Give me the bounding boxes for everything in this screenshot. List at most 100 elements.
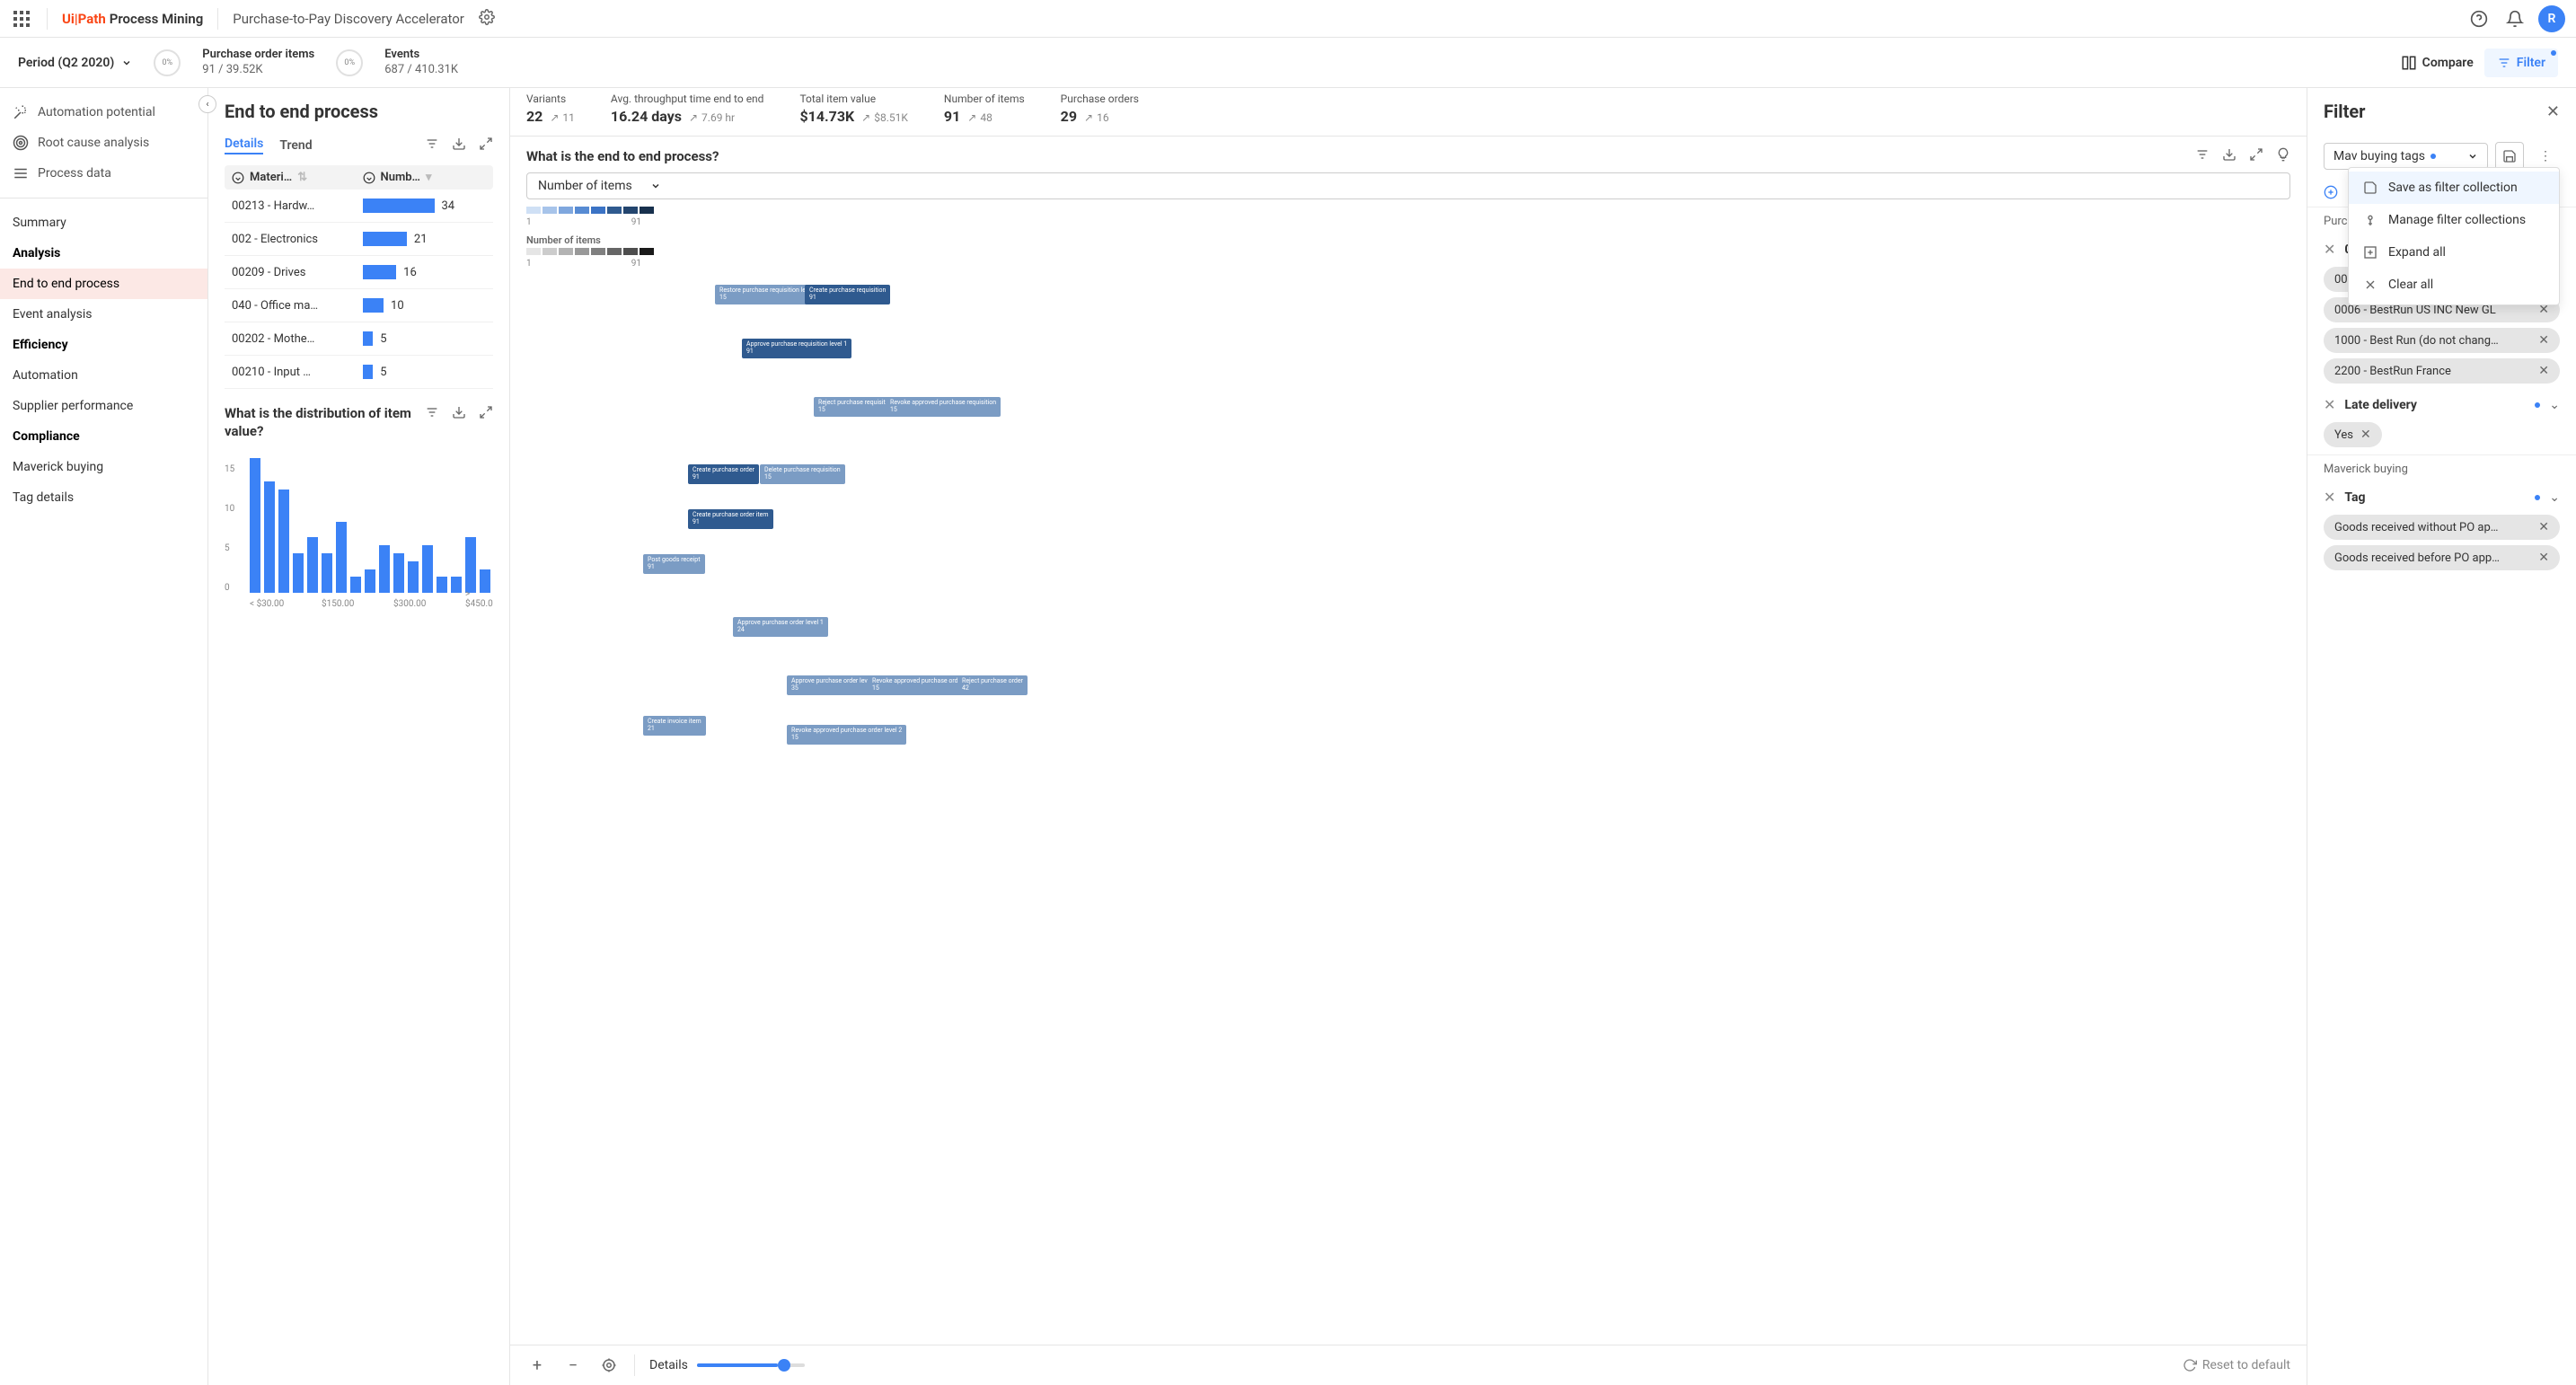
chart-bar[interactable] bbox=[393, 553, 404, 593]
chart-bar[interactable] bbox=[379, 545, 390, 593]
filter-icon[interactable] bbox=[425, 405, 439, 423]
filter-icon[interactable] bbox=[425, 137, 439, 154]
column-material[interactable]: Materi… ⇅ bbox=[232, 171, 356, 184]
zoom-in-icon[interactable]: + bbox=[526, 1354, 548, 1376]
table-row[interactable]: 002 - Electronics21 bbox=[225, 223, 493, 256]
reset-button[interactable]: Reset to default bbox=[2183, 1358, 2290, 1372]
remove-chip-icon[interactable]: ✕ bbox=[2538, 551, 2549, 565]
remove-chip-icon[interactable]: ✕ bbox=[2538, 364, 2549, 378]
nav-tag-details[interactable]: Tag details bbox=[0, 482, 207, 513]
download-icon[interactable] bbox=[2222, 147, 2236, 165]
remove-chip-icon[interactable]: ✕ bbox=[2538, 333, 2549, 348]
remove-group-icon[interactable]: ✕ bbox=[2324, 396, 2335, 413]
metric-dropdown[interactable]: Number of items bbox=[526, 172, 2290, 199]
table-row[interactable]: 00202 - Mothe…5 bbox=[225, 322, 493, 356]
process-node[interactable]: Create invoice item21 bbox=[643, 716, 706, 735]
chart-bar[interactable] bbox=[408, 561, 419, 593]
process-node[interactable]: Delete purchase requisition15 bbox=[760, 464, 845, 483]
filter-collection-select[interactable]: Mav buying tags bbox=[2324, 143, 2488, 170]
table-row[interactable]: 00209 - Drives16 bbox=[225, 256, 493, 289]
column-number[interactable]: Numb… ▾ bbox=[363, 171, 487, 184]
remove-chip-icon[interactable]: ✕ bbox=[2360, 428, 2371, 442]
download-icon[interactable] bbox=[452, 405, 466, 423]
nav-end-to-end-process[interactable]: End to end process bbox=[0, 269, 207, 299]
filter-chip[interactable]: Yes✕ bbox=[2324, 422, 2382, 447]
process-node[interactable]: Post goods receipt91 bbox=[643, 554, 705, 573]
compare-button[interactable]: Compare bbox=[2401, 55, 2474, 71]
expand-icon[interactable] bbox=[2249, 147, 2263, 165]
process-graph[interactable]: Restore purchase requisition level 115Cr… bbox=[526, 276, 2290, 1345]
main: ‹ Automation potential Root cause analys… bbox=[0, 88, 2576, 1385]
menu-save-collection[interactable]: Save as filter collection bbox=[2349, 172, 2559, 204]
chart-bar[interactable] bbox=[451, 577, 462, 593]
wand-icon bbox=[13, 104, 29, 120]
zoom-out-icon[interactable]: − bbox=[562, 1354, 584, 1376]
chart-bar[interactable] bbox=[278, 490, 289, 593]
close-icon[interactable]: ✕ bbox=[2546, 102, 2560, 121]
nav-event-analysis[interactable]: Event analysis bbox=[0, 299, 207, 330]
menu-clear-all[interactable]: Clear all bbox=[2349, 269, 2559, 301]
chart-bar[interactable] bbox=[437, 577, 447, 593]
filter-button[interactable]: Filter bbox=[2484, 49, 2558, 77]
sidebar-process-data[interactable]: Process data bbox=[9, 160, 198, 187]
bulb-icon[interactable] bbox=[2276, 147, 2290, 165]
avatar[interactable]: R bbox=[2538, 5, 2565, 32]
table-row[interactable]: 00213 - Hardw…34 bbox=[225, 190, 493, 223]
tab-trend[interactable]: Trend bbox=[279, 138, 312, 153]
process-node[interactable]: Reject purchase order42 bbox=[957, 675, 1028, 694]
filter-chip[interactable]: Goods received without PO ap…✕ bbox=[2324, 515, 2560, 540]
process-node[interactable]: Create purchase order item91 bbox=[688, 509, 773, 528]
key-icon bbox=[2363, 213, 2378, 227]
chart-bar[interactable] bbox=[465, 537, 476, 593]
center-icon[interactable] bbox=[598, 1354, 620, 1376]
chart-bar[interactable] bbox=[365, 569, 375, 593]
chart-bar[interactable] bbox=[350, 577, 361, 593]
remove-chip-icon[interactable]: ✕ bbox=[2538, 520, 2549, 534]
chevron-down-icon[interactable]: ⌄ bbox=[2549, 490, 2560, 505]
bell-icon[interactable] bbox=[2502, 6, 2527, 31]
process-graph-column: Variants 22 ↗11 Avg. throughput time end… bbox=[510, 88, 2307, 1385]
process-node[interactable]: Approve purchase requisition level 191 bbox=[742, 339, 851, 357]
collapse-sidebar-icon[interactable]: ‹ bbox=[198, 95, 216, 113]
nav-supplier-performance[interactable]: Supplier performance bbox=[0, 391, 207, 421]
filter-chip[interactable]: 1000 - Best Run (do not chang…✕ bbox=[2324, 328, 2560, 353]
settings-icon[interactable] bbox=[479, 9, 495, 29]
sidebar-root-cause[interactable]: Root cause analysis bbox=[9, 129, 198, 156]
chart-bar[interactable] bbox=[322, 553, 332, 593]
process-node[interactable]: Revoke approved purchase order level 215 bbox=[787, 725, 906, 744]
chart-bar[interactable] bbox=[293, 553, 304, 593]
filter-chip[interactable]: 2200 - BestRun France✕ bbox=[2324, 358, 2560, 384]
menu-expand-all[interactable]: Expand all bbox=[2349, 236, 2559, 269]
nav-maverick-buying[interactable]: Maverick buying bbox=[0, 452, 207, 482]
left-column: End to end process Details Trend Materi…… bbox=[208, 88, 510, 1385]
filter-icon[interactable] bbox=[2195, 147, 2210, 165]
detail-slider[interactable]: Details bbox=[649, 1358, 805, 1372]
menu-manage-collections[interactable]: Manage filter collections bbox=[2349, 204, 2559, 236]
process-node[interactable]: Revoke approved purchase requisition15 bbox=[886, 397, 1001, 416]
remove-group-icon[interactable]: ✕ bbox=[2324, 489, 2335, 506]
apps-icon[interactable] bbox=[11, 8, 32, 30]
tab-details[interactable]: Details bbox=[225, 137, 263, 154]
process-node[interactable]: Create purchase order91 bbox=[688, 464, 759, 483]
period-selector[interactable]: Period (Q2 2020) bbox=[18, 56, 132, 70]
chevron-down-icon[interactable]: ⌄ bbox=[2549, 398, 2560, 412]
chart-bar[interactable] bbox=[336, 522, 347, 593]
download-icon[interactable] bbox=[452, 137, 466, 154]
chart-bar[interactable] bbox=[250, 458, 260, 593]
nav-automation[interactable]: Automation bbox=[0, 360, 207, 391]
chart-bar[interactable] bbox=[264, 481, 275, 593]
chart-bar[interactable] bbox=[307, 537, 318, 593]
nav-analysis: Analysis bbox=[0, 238, 207, 269]
sidebar-automation-potential[interactable]: Automation potential bbox=[9, 99, 198, 126]
table-row[interactable]: 00210 - Input …5 bbox=[225, 356, 493, 389]
table-row[interactable]: 040 - Office ma…10 bbox=[225, 289, 493, 322]
filter-chip[interactable]: Goods received before PO app…✕ bbox=[2324, 545, 2560, 570]
remove-group-icon[interactable]: ✕ bbox=[2324, 241, 2335, 258]
process-node[interactable]: Approve purchase order level 124 bbox=[733, 617, 828, 636]
chart-bar[interactable] bbox=[422, 545, 433, 593]
nav-summary[interactable]: Summary bbox=[0, 207, 207, 238]
help-icon[interactable] bbox=[2466, 6, 2492, 31]
expand-icon[interactable] bbox=[479, 137, 493, 154]
process-node[interactable]: Create purchase requisition91 bbox=[805, 285, 890, 304]
expand-icon[interactable] bbox=[479, 405, 493, 423]
